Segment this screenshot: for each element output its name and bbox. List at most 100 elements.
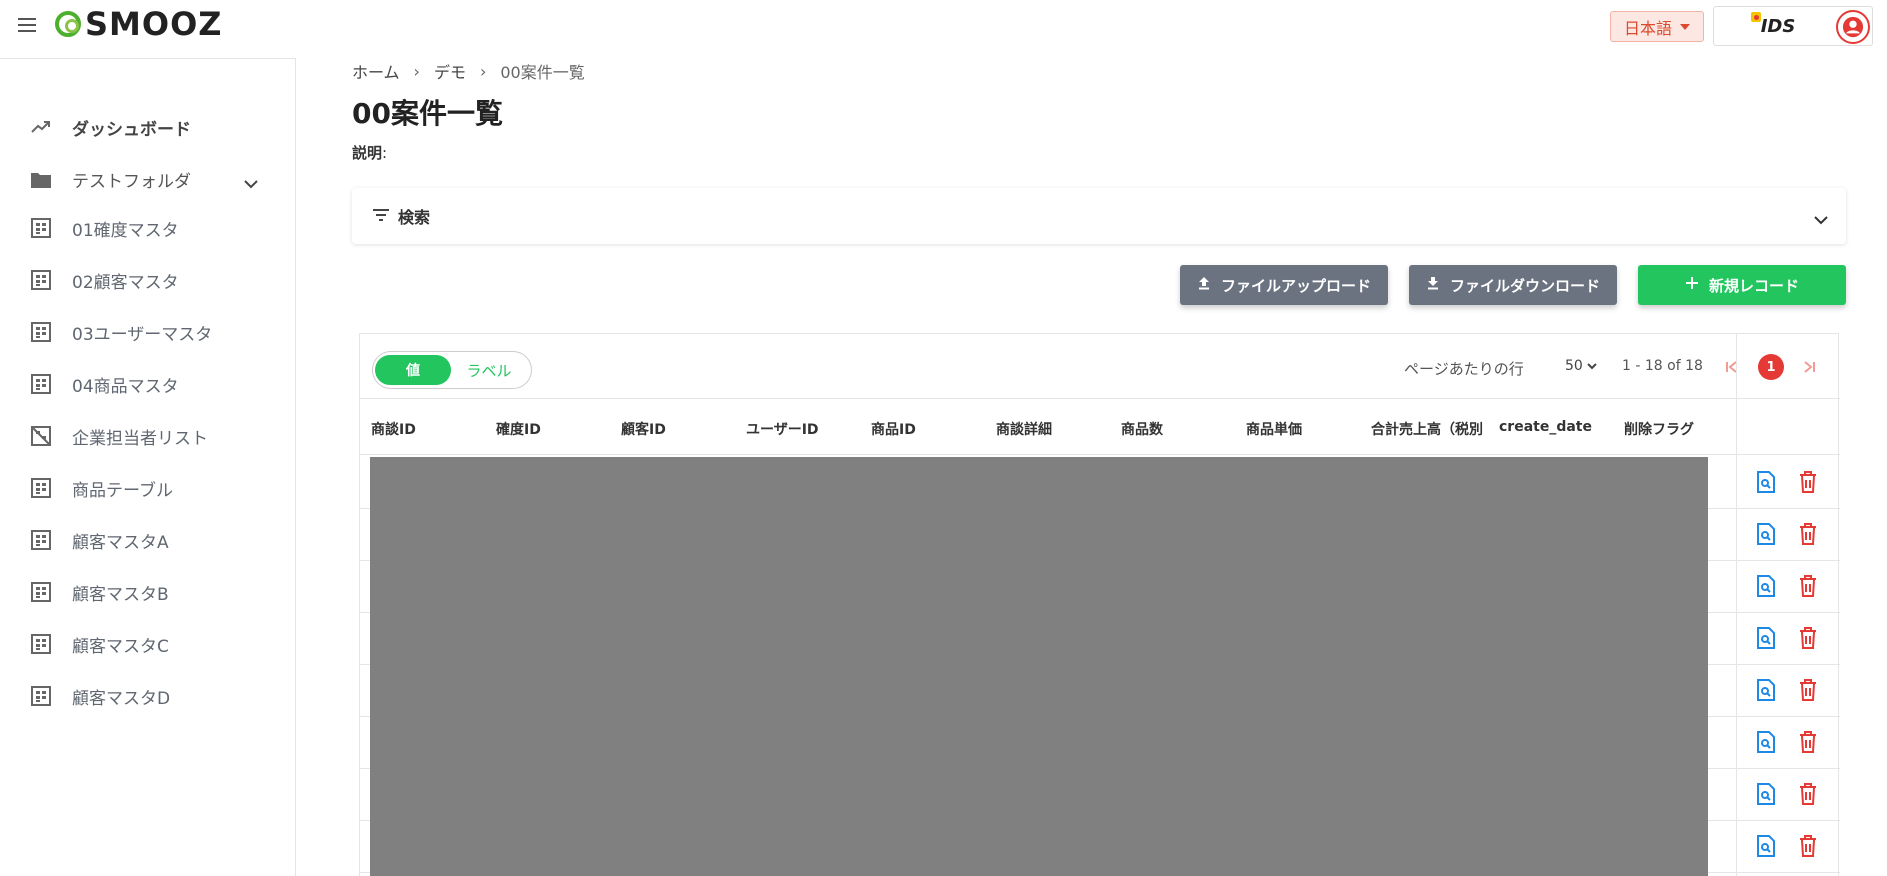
top-bar: SMOOZ 日本語 IDS: [0, 0, 1887, 52]
view-record-icon[interactable]: [1755, 679, 1777, 701]
sidebar-item-label: 顧客マスタD: [72, 688, 171, 709]
view-record-icon[interactable]: [1755, 731, 1777, 753]
column-header[interactable]: 削除フラグ: [1624, 419, 1694, 439]
table-icon: [30, 373, 52, 395]
sidebar-item-customer-d[interactable]: 顧客マスタD: [0, 676, 296, 716]
sidebar-item-01-kakudo[interactable]: 01確度マスタ: [0, 208, 296, 248]
delete-record-icon[interactable]: [1797, 679, 1819, 701]
breadcrumb-demo[interactable]: デモ: [434, 59, 466, 83]
breadcrumb-separator: ›: [413, 61, 420, 81]
logo-text: SMOOZ: [85, 5, 223, 43]
delete-record-icon[interactable]: [1797, 731, 1819, 753]
app-logo[interactable]: SMOOZ: [55, 5, 223, 43]
breadcrumb-separator: ›: [479, 61, 487, 81]
ids-mark-icon: [1750, 11, 1761, 22]
breadcrumb-current: 00案件一覧: [500, 63, 585, 82]
plus-icon: [1685, 276, 1699, 294]
view-record-icon[interactable]: [1755, 575, 1777, 597]
column-header[interactable]: 顧客ID: [621, 419, 666, 439]
file-upload-button[interactable]: ファイルアップロード: [1180, 265, 1388, 305]
column-header[interactable]: 商談ID: [371, 419, 416, 439]
sidebar-item-label: 企業担当者リスト: [72, 428, 208, 449]
user-account-icon[interactable]: [1836, 10, 1870, 44]
file-download-button[interactable]: ファイルダウンロード: [1409, 265, 1617, 305]
sidebar-item-label: 顧客マスタB: [72, 584, 169, 605]
sidebar-item-label: ダッシュボード: [72, 119, 191, 140]
column-header[interactable]: 合計売上高（税別: [1371, 419, 1483, 439]
delete-record-icon[interactable]: [1797, 523, 1819, 545]
sidebar-item-label: 02顧客マスタ: [72, 272, 179, 293]
sidebar-item-product-table[interactable]: 商品テーブル: [0, 468, 296, 508]
sidebar: ダッシュボード テストフォルダ 01確度マスタ 02顧客マスタ 03ユーザーマス…: [0, 58, 296, 876]
sidebar-item-02-customer[interactable]: 02顧客マスタ: [0, 260, 296, 300]
sidebar-item-label: 03ユーザーマスタ: [72, 324, 213, 345]
view-record-icon[interactable]: [1755, 835, 1777, 857]
chevron-down-icon: [1587, 358, 1597, 374]
view-record-icon[interactable]: [1755, 471, 1777, 493]
table-header: 商談ID 確度ID 顧客ID ユーザーID 商品ID 商談詳細 商品数 商品単価…: [360, 398, 1840, 455]
rows-per-page-value: 50: [1565, 358, 1583, 374]
toggle-value[interactable]: 値: [375, 355, 451, 385]
column-header[interactable]: ユーザーID: [746, 419, 819, 439]
chevron-down-icon: [244, 174, 258, 193]
chevron-down-icon: [1814, 210, 1828, 229]
sidebar-item-label: テストフォルダ: [72, 171, 191, 192]
delete-record-icon[interactable]: [1797, 627, 1819, 649]
description-label: 説明: [352, 144, 383, 162]
menu-icon[interactable]: [18, 18, 36, 32]
delete-record-icon[interactable]: [1797, 575, 1819, 597]
trending-up-icon: [30, 116, 52, 138]
column-header[interactable]: 商談詳細: [996, 419, 1052, 439]
upload-icon: [1197, 276, 1211, 294]
delete-record-icon[interactable]: [1797, 471, 1819, 493]
breadcrumb: ホーム › デモ › 00案件一覧: [352, 59, 585, 83]
view-record-icon[interactable]: [1755, 783, 1777, 805]
sidebar-item-customer-b[interactable]: 顧客マスタB: [0, 572, 296, 612]
page-description: 説明:: [352, 142, 387, 163]
table-icon: [30, 269, 52, 291]
last-page-icon[interactable]: [1803, 358, 1815, 377]
view-record-icon[interactable]: [1755, 627, 1777, 649]
sidebar-item-test-folder[interactable]: テストフォルダ: [0, 159, 296, 199]
search-label: 検索: [398, 208, 431, 227]
sidebar-item-customer-c[interactable]: 顧客マスタC: [0, 624, 296, 664]
table-icon: [30, 685, 52, 707]
actions-column-divider: [1736, 334, 1737, 876]
sidebar-item-label: 顧客マスタA: [72, 532, 169, 553]
breadcrumb-home[interactable]: ホーム: [352, 59, 400, 83]
download-icon: [1426, 276, 1440, 294]
view-record-icon[interactable]: [1755, 523, 1777, 545]
smooz-logo-icon: [55, 11, 81, 37]
sidebar-item-dashboard[interactable]: ダッシュボード: [0, 107, 296, 147]
table-icon: [30, 321, 52, 343]
column-header[interactable]: 確度ID: [496, 419, 541, 439]
sidebar-item-customer-a[interactable]: 顧客マスタA: [0, 520, 296, 560]
table-icon: [30, 633, 52, 655]
delete-record-icon[interactable]: [1797, 835, 1819, 857]
company-name: IDS: [1760, 15, 1796, 37]
folder-icon: [30, 168, 52, 190]
new-record-button[interactable]: 新規レコード: [1638, 265, 1846, 305]
column-header[interactable]: 商品数: [1121, 419, 1163, 439]
table-icon: [30, 477, 52, 499]
sidebar-item-04-product[interactable]: 04商品マスタ: [0, 364, 296, 404]
sidebar-item-03-user[interactable]: 03ユーザーマスタ: [0, 312, 296, 352]
search-panel[interactable]: 検索: [352, 188, 1846, 244]
page-title: 00案件一覧: [352, 97, 503, 130]
value-label-toggle[interactable]: 値 ラベル: [372, 351, 532, 389]
column-header[interactable]: 商品単価: [1246, 419, 1302, 439]
download-label: ファイルダウンロード: [1449, 276, 1600, 295]
language-select[interactable]: 日本語: [1610, 11, 1704, 42]
current-page-button[interactable]: 1: [1758, 354, 1784, 380]
rows-per-page-select[interactable]: 50: [1565, 358, 1597, 374]
column-header[interactable]: create_date: [1499, 419, 1592, 435]
toggle-label[interactable]: ラベル: [451, 355, 527, 385]
sidebar-item-company-contacts[interactable]: 企業担当者リスト: [0, 416, 296, 456]
upload-label: ファイルアップロード: [1220, 276, 1371, 295]
delete-record-icon[interactable]: [1797, 783, 1819, 805]
table-icon: [30, 581, 52, 603]
column-header[interactable]: 商品ID: [871, 419, 916, 439]
sidebar-item-label: 04商品マスタ: [72, 376, 179, 397]
sidebar-item-label: 商品テーブル: [72, 480, 173, 501]
filter-icon: [372, 207, 390, 226]
